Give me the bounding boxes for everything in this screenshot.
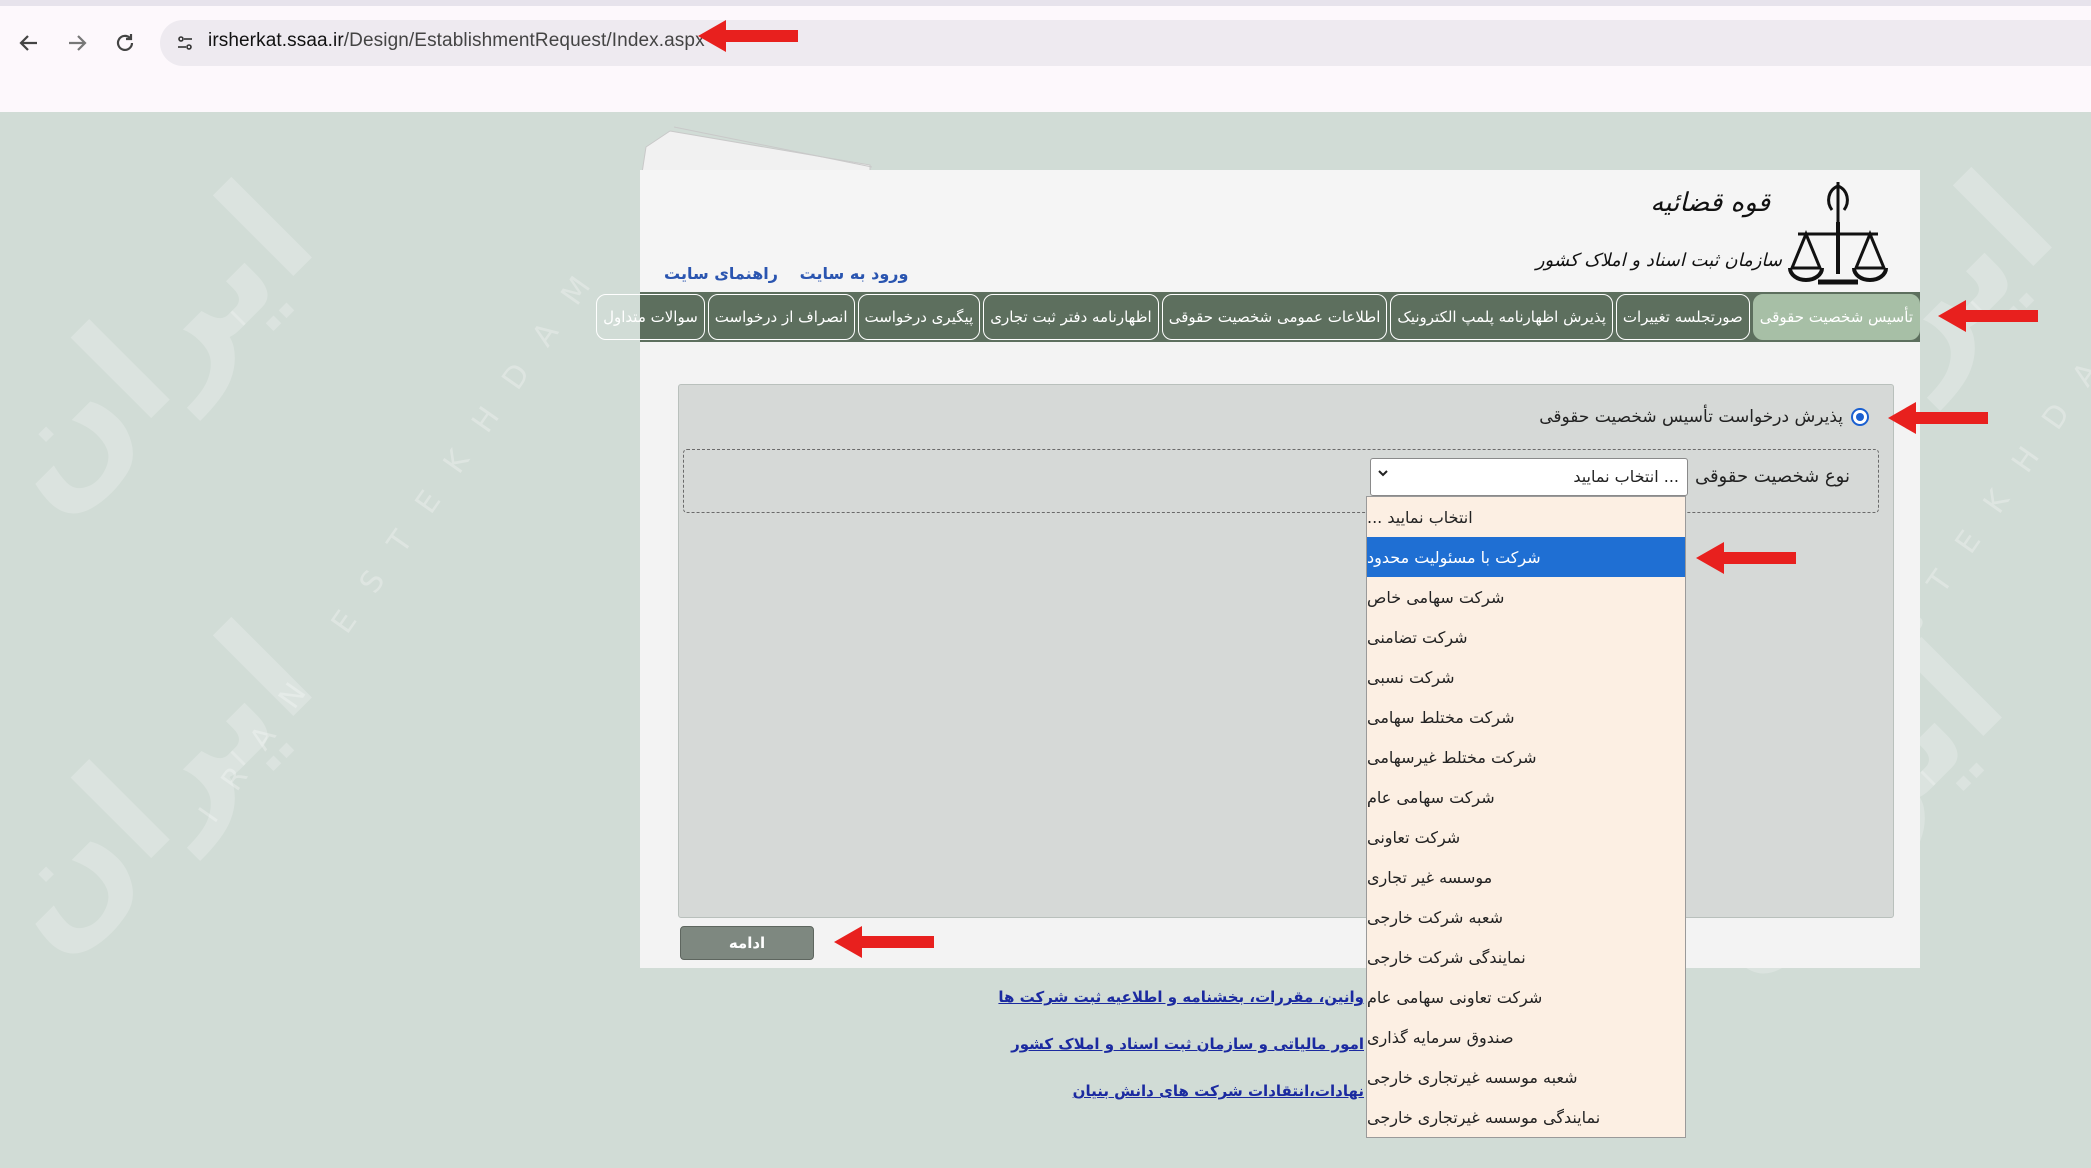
option-public-cooperative[interactable]: شرکت تعاونی سهامی عام — [1367, 977, 1685, 1017]
paper-decoration — [641, 126, 873, 174]
annotation-arrow-icon — [834, 926, 934, 958]
watermark-logo: ایران — [0, 590, 347, 984]
footer-link-knowledge-based[interactable]: نهادات،انتقادات شرکت های دانش بنیان — [1073, 1082, 1364, 1100]
option-public-joint-stock[interactable]: شرکت سهامی عام — [1367, 777, 1685, 817]
tab-faq[interactable]: سوالات متداول — [596, 294, 705, 340]
option-llc[interactable]: شرکت با مسئولیت محدود — [1367, 537, 1685, 577]
login-link[interactable]: ورود به سایت — [800, 264, 909, 283]
tab-electronic-seal[interactable]: پذیرش اظهارنامه پلمپ الکترونیک — [1390, 294, 1613, 340]
establishment-radio[interactable] — [1851, 408, 1869, 426]
tab-commercial-register[interactable]: اظهارنامه دفتر ثبت تجاری — [983, 294, 1159, 340]
reload-icon[interactable] — [108, 26, 142, 60]
option-general-partnership[interactable]: شرکت تضامنی — [1367, 617, 1685, 657]
option-non-commercial-institute[interactable]: موسسه غیر تجاری — [1367, 857, 1685, 897]
option-mixed-joint-stock[interactable]: شرکت مختلط سهامی — [1367, 697, 1685, 737]
org-name-line2: سازمان ثبت اسناد و املاک کشور — [1535, 250, 1782, 271]
option-proportional[interactable]: شرکت نسبی — [1367, 657, 1685, 697]
watermark-logo: ایران — [0, 150, 347, 544]
option-private-joint-stock[interactable]: شرکت سهامی خاص — [1367, 577, 1685, 617]
header-links: ورود به سایت راهنمای سایت — [648, 264, 908, 283]
option-mixed-non-stock[interactable]: شرکت مختلط غیرسهامی — [1367, 737, 1685, 777]
site-info-icon[interactable] — [170, 28, 200, 58]
annotation-arrow-icon — [1938, 300, 2038, 332]
option-cooperative[interactable]: شرکت تعاونی — [1367, 817, 1685, 857]
back-arrow-icon[interactable] — [12, 26, 46, 60]
chevron-down-icon — [1377, 467, 1389, 483]
entity-type-select[interactable]: انتخاب نمایید ... — [1370, 458, 1688, 496]
org-name-line1: قوه قضائیه — [1650, 188, 1770, 218]
site-guide-link[interactable]: راهنمای سایت — [664, 264, 778, 283]
option-investment-fund[interactable]: صندوق سرمایه گذاری — [1367, 1017, 1685, 1057]
tab-tracking[interactable]: پیگیری درخواست — [857, 294, 981, 340]
tab-cancel-request[interactable]: انصراف از درخواست — [707, 294, 855, 340]
site-header: قوه قضائیه سازمان ثبت اسناد و املاک کشور… — [640, 170, 1920, 292]
entity-type-fieldset: نوع شخصیت حقوقی انتخاب نمایید ... — [683, 449, 1879, 513]
tab-establishment[interactable]: تأسیس شخصیت حقوقی — [1752, 294, 1920, 340]
select-value: انتخاب نمایید ... — [1573, 467, 1679, 486]
establishment-radio-label: پذیرش درخواست تأسیس شخصیت حقوقی — [1539, 407, 1843, 427]
continue-button[interactable]: ادامه — [680, 926, 814, 960]
option-foreign-noncommercial-branch[interactable]: شعبه موسسه غیرتجاری خارجی — [1367, 1057, 1685, 1097]
entity-type-label: نوع شخصیت حقوقی — [1694, 466, 1850, 487]
entity-type-dropdown-list: انتخاب نمایید ... شرکت با مسئولیت محدود … — [1366, 496, 1686, 1138]
establishment-radio-row[interactable]: پذیرش درخواست تأسیس شخصیت حقوقی — [1539, 407, 1869, 427]
browser-toolbar: irsherkat.ssaa.ir/Design/EstablishmentRe… — [0, 6, 2091, 112]
footer-link-tax[interactable]: امور مالیاتی و سازمان ثبت اسناد و املاک … — [1011, 1035, 1364, 1053]
watermark-text: IRAN ESTEKHDAM — [192, 245, 616, 830]
forward-arrow-icon[interactable] — [60, 26, 94, 60]
annotation-arrow-icon — [1888, 402, 1988, 434]
main-menu: تأسیس شخصیت حقوقی صورتجلسه تغییرات پذیرش… — [596, 292, 1920, 342]
judiciary-emblem-icon — [1788, 182, 1888, 285]
request-form: پذیرش درخواست تأسیس شخصیت حقوقی نوع شخصی… — [678, 384, 1894, 918]
url-text[interactable]: irsherkat.ssaa.ir/Design/EstablishmentRe… — [208, 30, 705, 52]
annotation-arrow-icon — [1696, 542, 1796, 574]
tab-general-info[interactable]: اطلاعات عمومی شخصیت حقوقی — [1161, 294, 1388, 340]
footer-link-regulations[interactable]: وانین، مقررات، بخشنامه و اطلاعیه ثبت شرک… — [998, 988, 1364, 1006]
option-choose[interactable]: انتخاب نمایید ... — [1367, 497, 1685, 537]
option-foreign-representative[interactable]: نمایندگی شرکت خارجی — [1367, 937, 1685, 977]
option-foreign-branch[interactable]: شعبه شرکت خارجی — [1367, 897, 1685, 937]
tab-change-minutes[interactable]: صورتجلسه تغییرات — [1615, 294, 1750, 340]
annotation-arrow-icon — [698, 20, 798, 52]
option-foreign-noncommercial-rep[interactable]: نمایندگی موسسه غیرتجاری خارجی — [1367, 1097, 1685, 1137]
